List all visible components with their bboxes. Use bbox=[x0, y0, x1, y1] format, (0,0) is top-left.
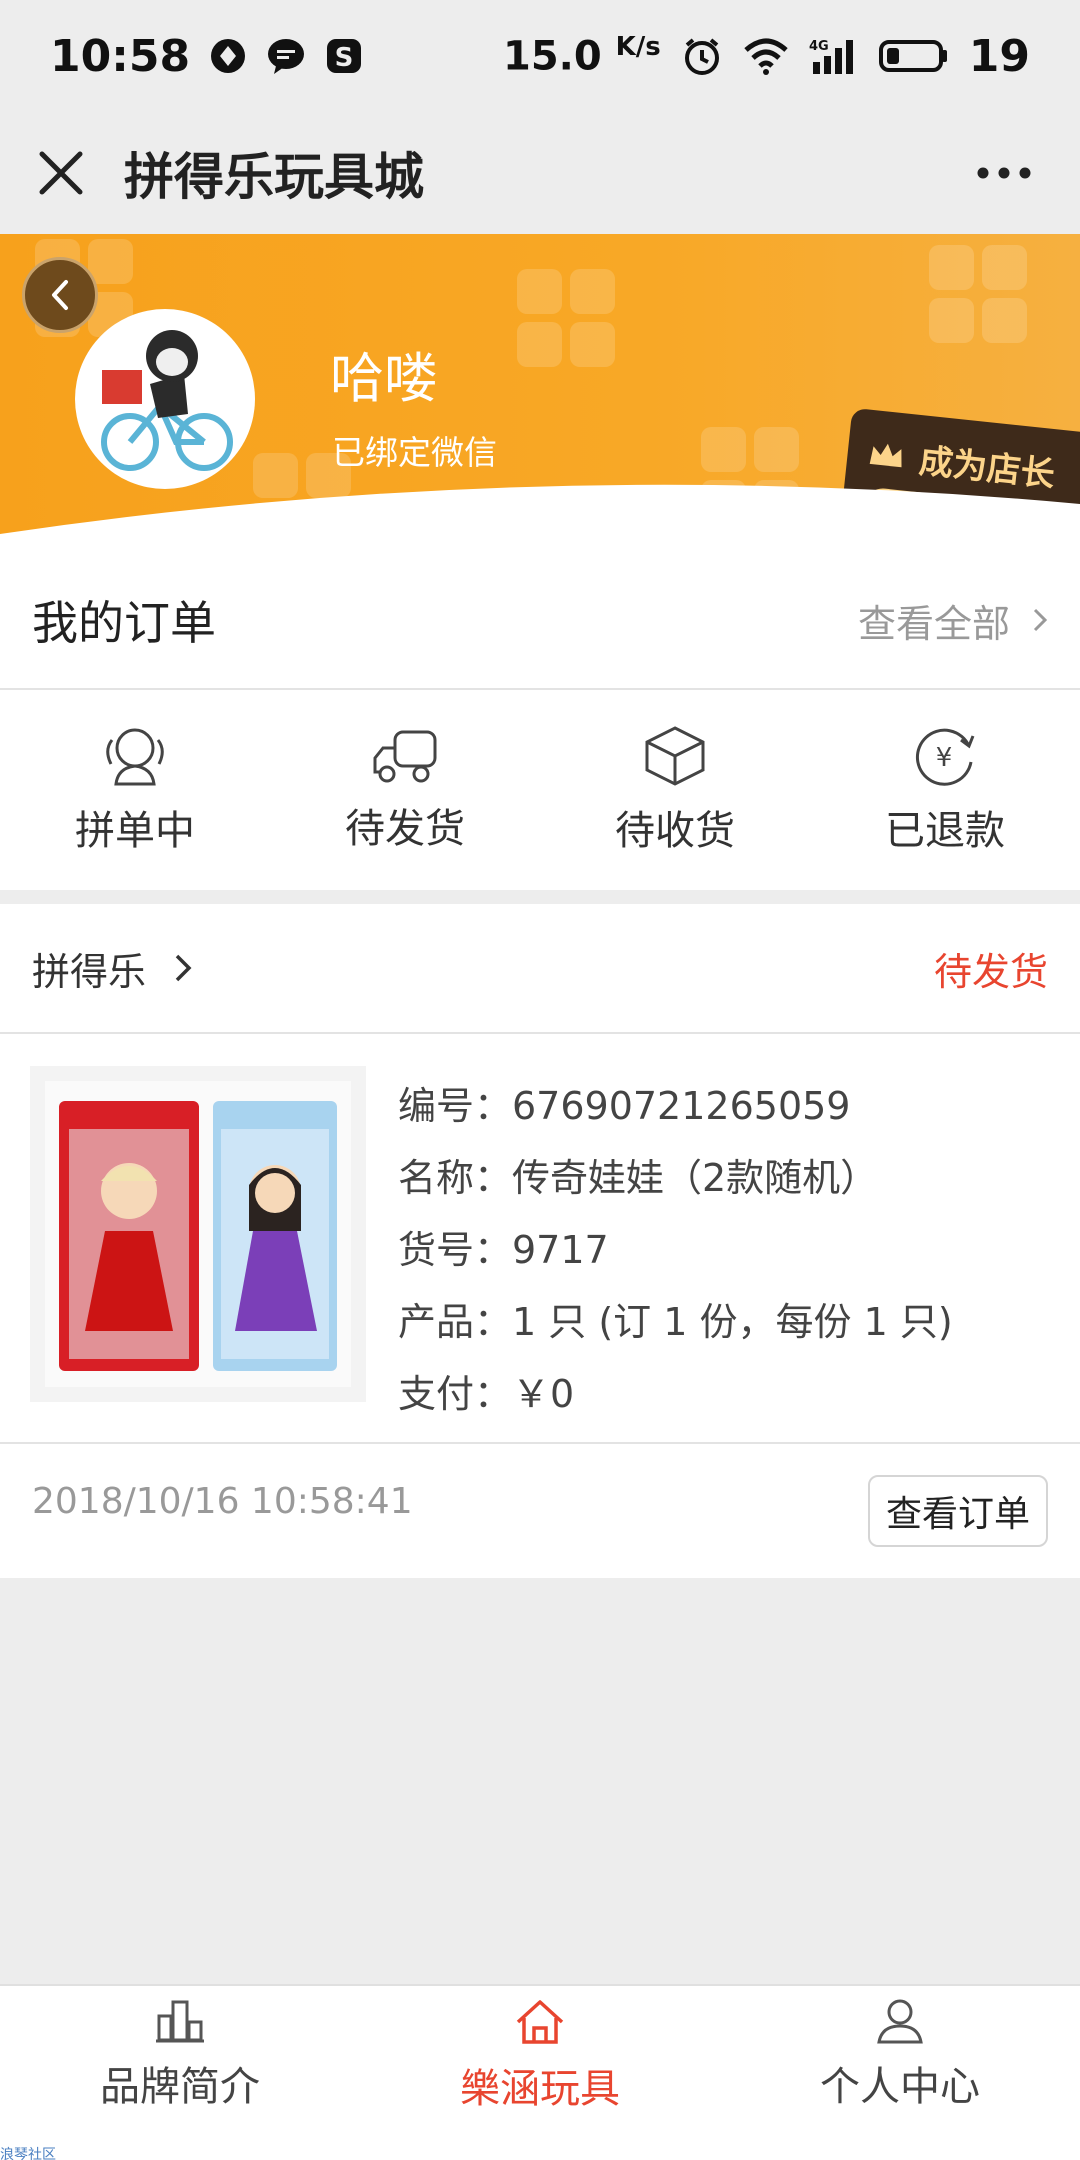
person-icon bbox=[877, 1999, 923, 2044]
alarm-icon bbox=[681, 35, 723, 77]
wifi-icon bbox=[743, 36, 789, 76]
order-info: 编号：67690721265059 名称：传奇娃娃（2款随机） 货号：9717 … bbox=[398, 1076, 953, 1436]
avatar[interactable] bbox=[75, 309, 255, 489]
svg-text:¥: ¥ bbox=[936, 743, 953, 773]
tab-label: 待收货 bbox=[615, 808, 735, 854]
my-orders-title: 我的订单 bbox=[32, 596, 216, 650]
order-footer: 2018/10/16 10:58:41 查看订单 bbox=[0, 1444, 1080, 1578]
tab-label: 待发货 bbox=[345, 806, 465, 852]
view-all-orders-link[interactable]: 查看全部 bbox=[858, 593, 1048, 648]
building-icon bbox=[156, 2000, 204, 2043]
tab-refunded[interactable]: ¥ 已退款 bbox=[810, 690, 1080, 890]
tab-label: 已退款 bbox=[885, 808, 1005, 854]
nav-label: 樂涵玩具 bbox=[460, 2066, 620, 2112]
order-status-tabs: 拼单中 待发货 待收货 ¥ 已退款 bbox=[0, 690, 1080, 890]
s-app-notification-icon: S bbox=[324, 36, 364, 76]
chevron-left-icon bbox=[52, 280, 68, 310]
group-icon bbox=[106, 728, 164, 786]
product-sku: 货号：9717 bbox=[398, 1228, 609, 1272]
my-orders-header: 我的订单 查看全部 bbox=[0, 552, 1080, 690]
profile-header: 哈喽 已绑定微信 成为店长 立即申请> bbox=[0, 234, 1080, 574]
doll-product-icon bbox=[45, 1081, 351, 1387]
order-status-badge: 待发货 bbox=[933, 949, 1048, 994]
tab-pending-shipment[interactable]: 待发货 bbox=[270, 690, 540, 890]
tab-label: 拼单中 bbox=[75, 808, 195, 854]
battery-level: 19 bbox=[968, 30, 1030, 82]
box-icon bbox=[645, 726, 705, 786]
back-button[interactable] bbox=[22, 257, 98, 333]
nav-label: 品牌简介 bbox=[100, 2064, 260, 2110]
svg-text:4G: 4G bbox=[809, 39, 829, 54]
puzzle-pattern-icon bbox=[517, 269, 615, 367]
app-notification-icon bbox=[208, 36, 248, 76]
order-shop-row[interactable]: 拼得乐 待发货 bbox=[0, 904, 1080, 1034]
cellular-signal-icon: 4G bbox=[809, 36, 859, 76]
avatar-cyclist-icon bbox=[101, 330, 233, 471]
tab-pending-receipt[interactable]: 待收货 bbox=[540, 690, 810, 890]
puzzle-pattern-icon bbox=[929, 245, 1027, 343]
network-speed: 15.0 K/s bbox=[503, 32, 661, 80]
bottom-nav: 品牌简介 樂涵玩具 个人中心 bbox=[0, 1984, 1080, 2160]
user-name: 哈喽 bbox=[330, 347, 438, 410]
battery-icon bbox=[878, 38, 949, 74]
home-icon bbox=[516, 2000, 564, 2044]
watermark: 浪琴社区 bbox=[0, 2147, 56, 2160]
tab-group-buying[interactable]: 拼单中 bbox=[0, 690, 270, 890]
order-number: 编号：67690721265059 bbox=[398, 1084, 851, 1128]
product-name: 名称：传奇娃娃（2款随机） bbox=[398, 1156, 879, 1200]
refund-icon: ¥ bbox=[915, 728, 975, 786]
chat-notification-icon bbox=[266, 36, 306, 76]
page-title: 拼得乐玩具城 bbox=[124, 148, 424, 206]
more-options-icon[interactable] bbox=[976, 166, 1032, 180]
status-time: 10:58 bbox=[50, 30, 191, 82]
chevron-right-icon bbox=[175, 954, 192, 982]
svg-text:S: S bbox=[335, 43, 354, 73]
nav-label: 个人中心 bbox=[820, 2064, 980, 2110]
nav-home[interactable]: 樂涵玩具 bbox=[360, 1986, 720, 2160]
status-bar: 10:58 S 15.0 K/s 4G 19 bbox=[0, 0, 1080, 112]
product-image bbox=[30, 1066, 366, 1402]
view-order-button[interactable]: 查看订单 bbox=[868, 1475, 1048, 1547]
product-quantity: 产品：1 只 (订 1 份，每份 1 只) bbox=[398, 1300, 953, 1344]
nav-profile[interactable]: 个人中心 bbox=[720, 1986, 1080, 2160]
nav-brand-intro[interactable]: 品牌简介 bbox=[0, 1986, 360, 2160]
title-bar: 拼得乐玩具城 bbox=[0, 112, 1080, 234]
order-timestamp: 2018/10/16 10:58:41 bbox=[32, 1480, 413, 1522]
close-icon[interactable] bbox=[38, 150, 84, 196]
truck-icon bbox=[373, 730, 437, 783]
order-body[interactable]: 编号：67690721265059 名称：传奇娃娃（2款随机） 货号：9717 … bbox=[0, 1034, 1080, 1444]
chevron-right-icon bbox=[1033, 608, 1048, 632]
payment-amount: 支付：￥0 bbox=[398, 1372, 575, 1416]
shop-name: 拼得乐 bbox=[32, 949, 147, 994]
